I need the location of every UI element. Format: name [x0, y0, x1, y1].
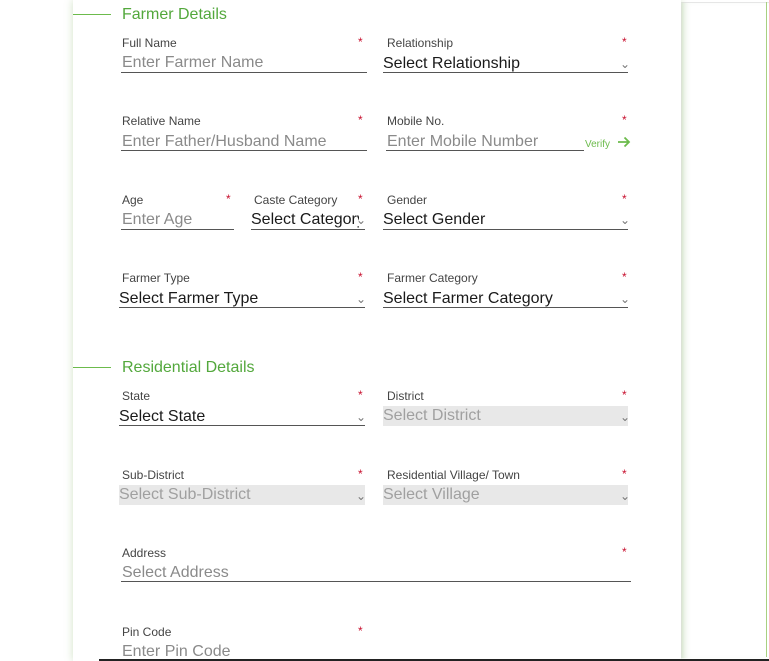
chevron-down-icon: ⌄ — [620, 489, 631, 503]
farmer-type-label: Farmer Type — [122, 271, 190, 285]
arrow-right-icon[interactable] — [617, 136, 631, 148]
address-input[interactable]: Select Address — [122, 564, 229, 582]
relative-name-label: Relative Name — [122, 114, 201, 128]
panel-border — [766, 2, 767, 657]
farmer-category-select[interactable]: Select Farmer Category — [383, 290, 613, 308]
caste-category-select[interactable]: Select Category — [251, 211, 359, 229]
sub-district-select[interactable]: Select Sub-District ⌄ — [119, 485, 367, 505]
mobile-input[interactable]: Enter Mobile Number — [387, 133, 538, 151]
relationship-label: Relationship — [387, 36, 454, 50]
caste-category-label: Caste Category — [254, 193, 338, 207]
input-underline — [121, 72, 367, 73]
district-select-value: Select District — [383, 407, 481, 424]
select-underline — [383, 229, 628, 230]
right-panel-edge — [681, 2, 769, 658]
age-input[interactable]: Enter Age — [122, 211, 192, 229]
input-underline — [386, 150, 584, 151]
gender-select[interactable]: Select Gender — [383, 211, 613, 229]
sub-district-label: Sub-District — [122, 468, 185, 482]
state-select[interactable]: Select State — [119, 408, 349, 426]
select-underline — [383, 307, 628, 308]
required-mark: * — [622, 467, 627, 481]
required-mark: * — [358, 113, 363, 127]
address-label: Address — [122, 546, 167, 560]
full-name-label: Full Name — [122, 36, 177, 50]
village-label: Residential Village/ Town — [387, 468, 520, 482]
village-select[interactable]: Select Village ⌄ — [383, 485, 631, 505]
chevron-down-icon: ⌄ — [620, 57, 631, 71]
required-mark: * — [622, 113, 627, 127]
select-underline — [383, 72, 628, 73]
form-card — [73, 0, 681, 661]
chevron-down-icon: ⌄ — [620, 292, 631, 306]
chevron-down-icon: ⌄ — [356, 489, 367, 503]
full-name-input[interactable]: Enter Farmer Name — [122, 54, 263, 72]
required-mark: * — [622, 35, 627, 49]
required-mark: * — [358, 624, 363, 638]
district-label: District — [387, 389, 424, 403]
select-underline — [119, 425, 365, 426]
required-mark: * — [358, 467, 363, 481]
chevron-down-icon: ⌄ — [620, 410, 631, 424]
farmer-details-title: Farmer Details — [122, 6, 227, 23]
residential-details-title: Residential Details — [122, 359, 255, 376]
sub-district-select-value: Select Sub-District — [119, 486, 251, 503]
mobile-label: Mobile No. — [387, 114, 445, 128]
village-select-value: Select Village — [383, 486, 480, 503]
chevron-down-icon: ⌄ — [356, 292, 367, 306]
relative-name-input[interactable]: Enter Father/Husband Name — [122, 133, 327, 151]
required-mark: * — [622, 388, 627, 402]
district-select[interactable]: Select District ⌄ — [383, 406, 631, 426]
input-underline — [121, 581, 631, 582]
chevron-down-icon: ⌄ — [356, 213, 367, 227]
select-underline — [119, 307, 365, 308]
required-mark: * — [358, 388, 363, 402]
required-mark: * — [622, 545, 627, 559]
relationship-select[interactable]: Select Relationship — [383, 55, 613, 73]
required-mark: * — [358, 35, 363, 49]
verify-link[interactable]: Verify — [585, 139, 610, 150]
chevron-down-icon: ⌄ — [356, 410, 367, 424]
section-divider — [73, 367, 111, 368]
required-mark: * — [622, 270, 627, 284]
required-mark: * — [622, 192, 627, 206]
input-underline — [121, 150, 367, 151]
required-mark: * — [226, 192, 231, 206]
required-mark: * — [358, 270, 363, 284]
select-underline — [251, 229, 365, 230]
input-underline — [121, 229, 234, 230]
farmer-category-label: Farmer Category — [387, 271, 478, 285]
age-label: Age — [122, 193, 144, 207]
chevron-down-icon: ⌄ — [620, 213, 631, 227]
state-label: State — [122, 389, 151, 403]
gender-label: Gender — [387, 193, 428, 207]
required-mark: * — [358, 192, 363, 206]
section-divider — [73, 14, 111, 15]
farmer-type-select[interactable]: Select Farmer Type — [119, 290, 349, 308]
pin-code-label: Pin Code — [122, 625, 172, 639]
